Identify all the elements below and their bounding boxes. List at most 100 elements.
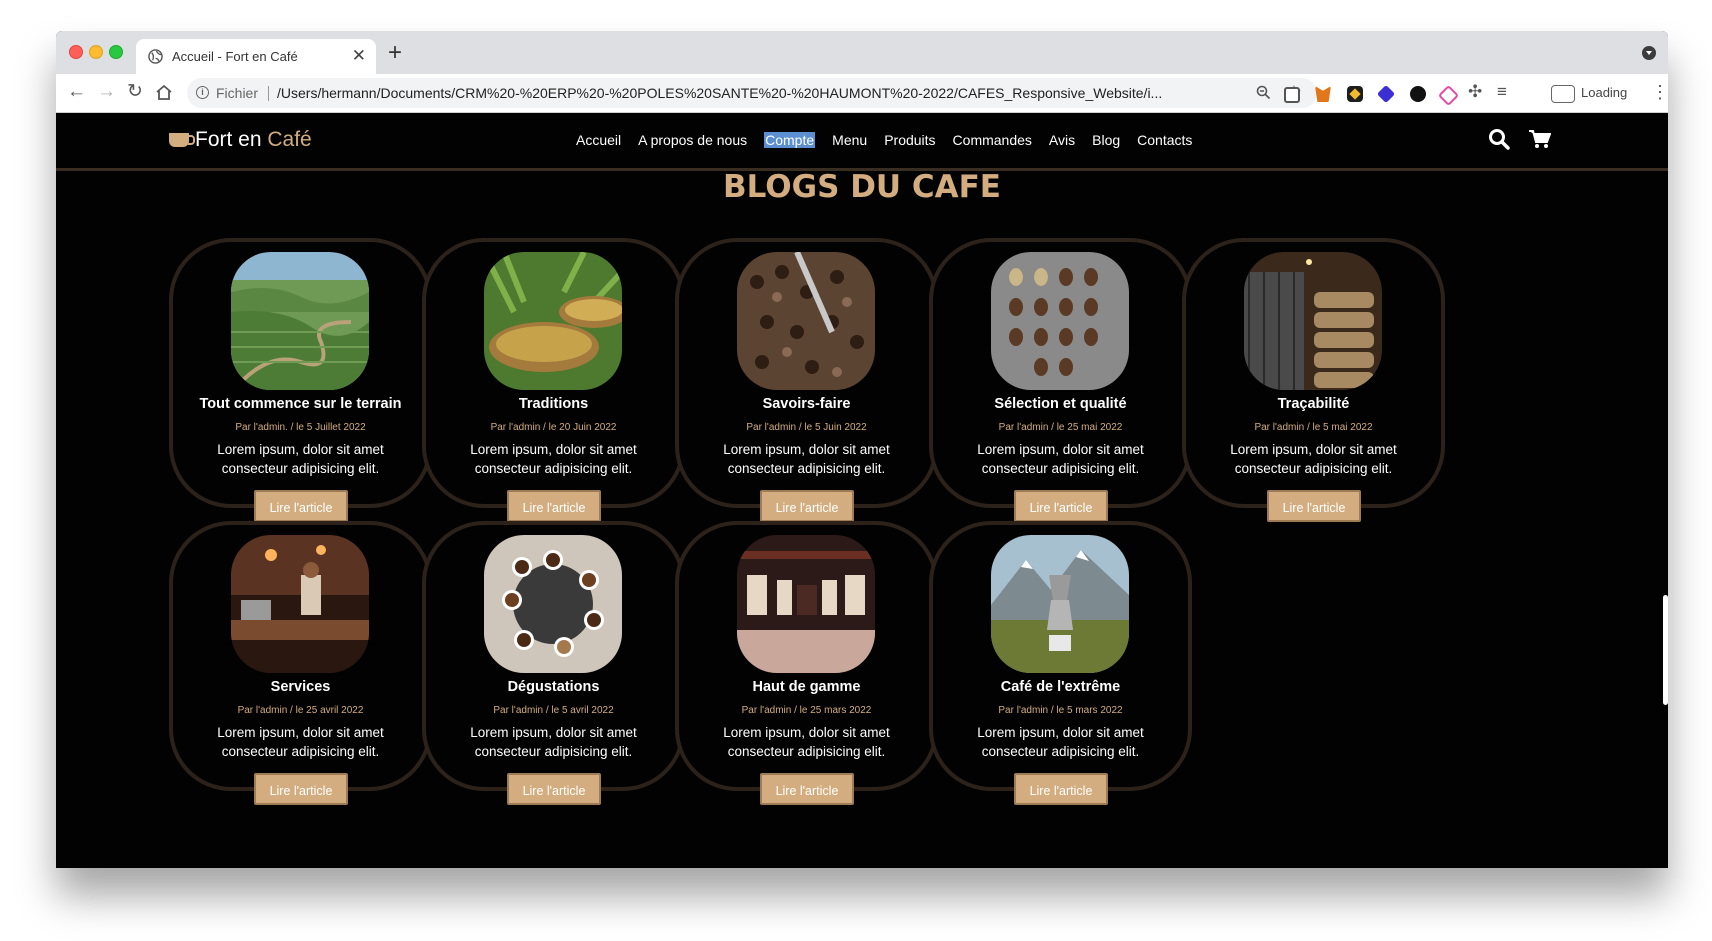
nav-item-commandes[interactable]: Commandes [953,132,1032,148]
nav-item-accueil[interactable]: Accueil [576,132,621,148]
blog-card: Haut de gamme Par l'admin / le 25 mars 20… [675,521,938,805]
blog-card-image [737,252,875,390]
nav-item-avis[interactable]: Avis [1049,132,1075,148]
forward-icon[interactable]: → [97,81,116,103]
url-text[interactable]: /Users/hermann/Documents/CRM%20-%20ERP%2… [277,85,1162,101]
protocol-label: Fichier [216,85,259,101]
read-article-button[interactable]: Lire l'article [507,773,601,805]
page-title: BLOGS DU CAFE [723,169,1001,205]
metamask-extension-icon[interactable] [1315,86,1331,102]
zoom-icon[interactable] [1256,85,1271,100]
blog-card-title[interactable]: Dégustations [426,679,681,695]
blog-card-image [991,252,1129,390]
blog-card: Sélection et qualité Par l'admin / le 25 … [929,238,1192,522]
blog-card-excerpt: Lorem ipsum, dolor sit amet consecteur a… [217,442,384,476]
read-article-button[interactable]: Lire l'article [1014,773,1108,805]
logo-brand: Fort en [195,128,268,151]
blog-card-excerpt: Lorem ipsum, dolor sit amet consecteur a… [977,725,1144,759]
read-article-button[interactable]: Lire l'article [507,490,601,522]
blog-card-meta: Par l'admin / le 5 mai 2022 [1254,422,1373,433]
blog-card-title[interactable]: Café de l'extrême [933,679,1188,695]
tab-title: Accueil - Fort en Café [172,49,298,64]
site-header: Fort en Café Accueil A propos de nous Comp… [56,113,1668,171]
blog-card-image [231,535,369,673]
nav-item-a-propos-de-nous[interactable]: A propos de nous [638,132,747,148]
blog-card: Services Par l'admin / le 25 avril 2022 Lo… [169,521,432,805]
blog-card-excerpt: Lorem ipsum, dolor sit amet consecteur a… [217,725,384,759]
maximize-window-button[interactable] [109,45,123,59]
blog-card-title[interactable]: Haut de gamme [679,679,934,695]
tab-search-icon[interactable] [1642,46,1656,60]
blog-card-meta: Par l'admin / le 25 mars 2022 [741,705,872,716]
blog-card-title[interactable]: Traditions [426,396,681,412]
home-icon[interactable] [155,84,173,101]
blog-card: Traditions Par l'admin / le 20 Juin 2022 L… [422,238,685,522]
blog-card-title[interactable]: Tout commence sur le terrain [173,396,428,412]
pink-extension-icon[interactable] [1437,84,1460,107]
new-tab-button[interactable]: + [388,39,402,67]
blog-card: Café de l'extrême Par l'admin / le 5 mars… [929,521,1192,805]
blog-card-excerpt: Lorem ipsum, dolor sit amet consecteur a… [723,725,890,759]
blog-card-excerpt: Lorem ipsum, dolor sit amet consecteur a… [470,442,637,476]
status-text: Loading [1581,85,1628,100]
blog-card-title[interactable]: Sélection et qualité [933,396,1188,412]
blog-card-excerpt: Lorem ipsum, dolor sit amet consecteur a… [977,442,1144,476]
read-article-button[interactable]: Lire l'article [254,490,348,522]
blog-card-meta: Par l'admin / le 20 Juin 2022 [490,422,617,433]
main-nav: Accueil A propos de nous Compte Menu Produit… [576,132,1192,148]
minimize-window-button[interactable] [89,45,103,59]
page-content: Fort en Café Accueil A propos de nous Comp… [56,113,1668,868]
blog-card-title[interactable]: Savoirs-faire [679,396,934,412]
read-article-button[interactable]: Lire l'article [760,490,854,522]
blog-card-meta: Par l'admin / le 5 avril 2022 [493,705,614,716]
read-article-button[interactable]: Lire l'article [1267,490,1361,522]
back-icon[interactable]: ← [67,81,86,103]
blog-card-image [484,252,622,390]
blog-card-image [991,535,1129,673]
blog-card-excerpt: Lorem ipsum, dolor sit amet consecteur a… [470,725,637,759]
blog-card-image [231,252,369,390]
blog-card-image [737,535,875,673]
read-article-button[interactable]: Lire l'article [760,773,854,805]
nav-item-menu[interactable]: Menu [832,132,867,148]
globe-icon [148,49,163,64]
search-icon[interactable] [1488,128,1510,150]
blog-card-meta: Par l'admin / le 5 Juin 2022 [746,422,867,433]
blog-card-excerpt: Lorem ipsum, dolor sit amet consecteur a… [723,442,890,476]
read-article-button[interactable]: Lire l'article [1014,490,1108,522]
blog-card-title[interactable]: Traçabilité [1186,396,1441,412]
scrollbar[interactable] [1663,595,1668,705]
circle-extension-icon[interactable] [1410,86,1426,102]
blog-card: Dégustations Par l'admin / le 5 avril 202… [422,521,685,805]
address-bar[interactable]: i Fichier /Users/hermann/Documents/CRM%2… [187,78,1317,108]
separator [268,86,269,101]
kebab-menu-icon[interactable]: ⋮ [1651,82,1668,103]
blog-card-excerpt: Lorem ipsum, dolor sit amet consecteur a… [1230,442,1397,476]
cube-extension-icon[interactable] [1284,87,1300,103]
blog-card-meta: Par l'admin / le 25 avril 2022 [237,705,364,716]
binance-extension-icon[interactable] [1347,86,1363,102]
diamond-extension-icon[interactable] [1376,84,1396,104]
profile-icon[interactable] [1551,85,1575,103]
nav-item-compte[interactable]: Compte [764,132,816,148]
blog-card-image [1244,252,1382,390]
nav-item-blog[interactable]: Blog [1092,132,1120,148]
blog-card-meta: Par l'admin / le 5 mars 2022 [998,705,1123,716]
tab-close-icon[interactable]: ✕ [352,46,366,66]
blog-card: Traçabilité Par l'admin / le 5 mai 2022 Lo… [1182,238,1445,522]
browser-toolbar: ← → ↻ i Fichier /Users/hermann/Documents… [56,74,1668,113]
blog-card-title[interactable]: Services [173,679,428,695]
extensions-icon[interactable]: ✣ [1468,82,1482,102]
blog-card-meta: Par l'admin / le 25 mai 2022 [998,422,1123,433]
close-window-button[interactable] [69,45,83,59]
reading-list-icon[interactable]: ≡ [1497,82,1507,102]
nav-item-produits[interactable]: Produits [884,132,935,148]
reload-icon[interactable]: ↻ [127,81,143,103]
read-article-button[interactable]: Lire l'article [254,773,348,805]
nav-item-contacts[interactable]: Contacts [1137,132,1192,148]
browser-tab[interactable]: Accueil - Fort en Café ✕ [136,39,376,74]
info-icon[interactable]: i [196,86,209,99]
tab-strip: Accueil - Fort en Café ✕ + [56,31,1668,74]
cart-icon[interactable] [1529,129,1551,149]
site-logo[interactable]: Fort en Café [169,128,312,152]
